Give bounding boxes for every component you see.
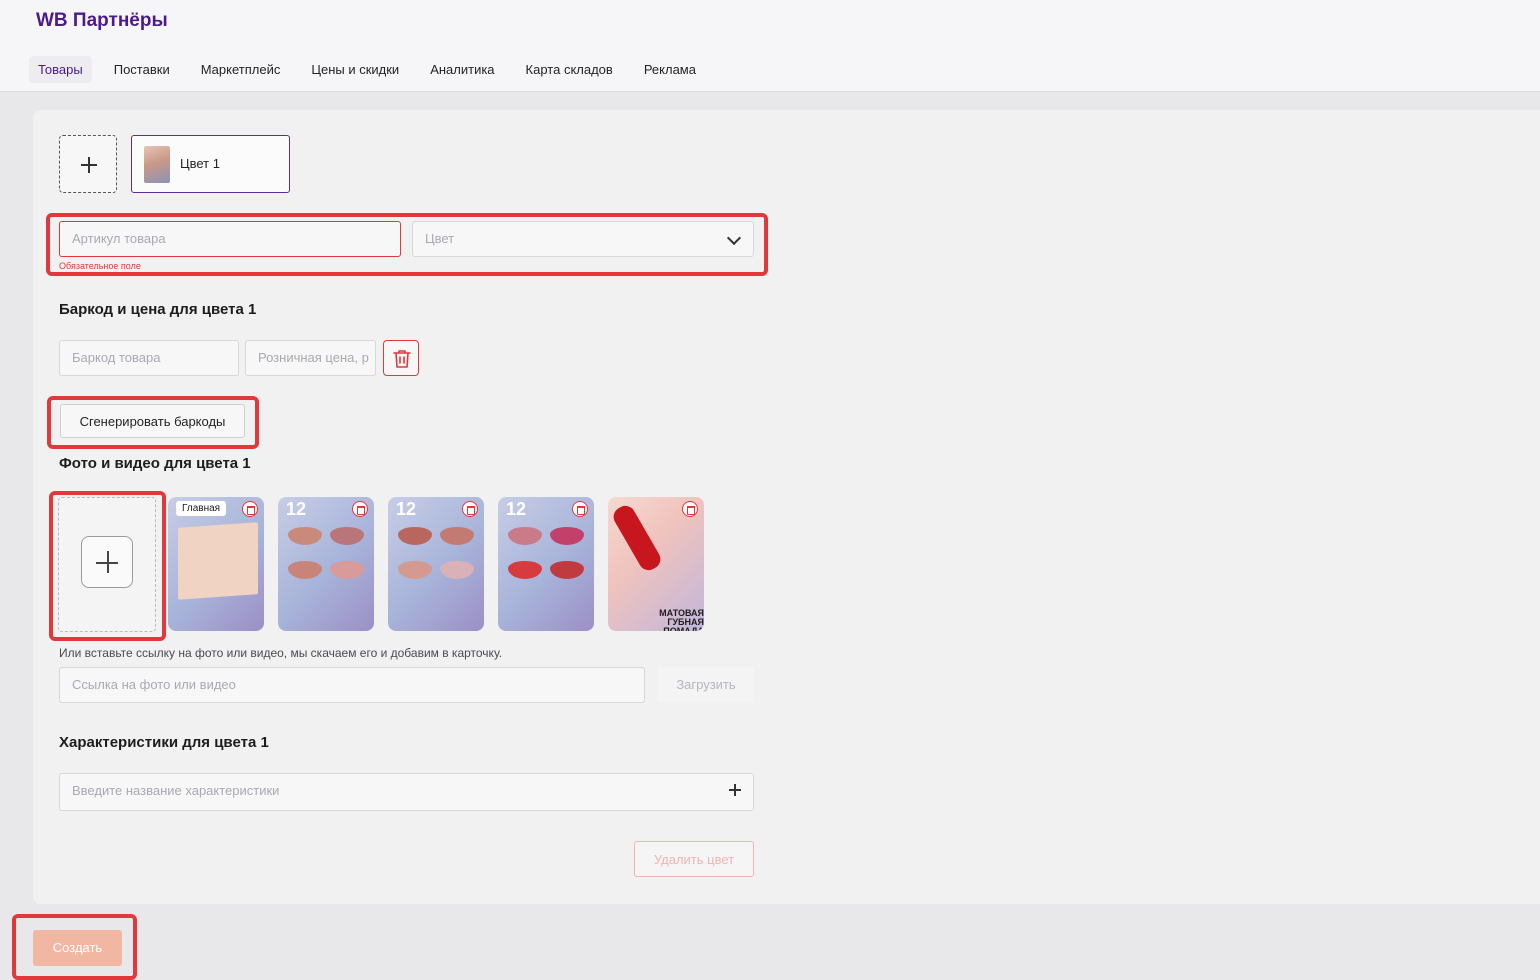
nav-item-warehouse-map[interactable]: Карта складов [517, 56, 622, 83]
delete-color-button[interactable]: Удалить цвет [634, 841, 754, 877]
article-error-text: Обязательное поле [59, 261, 141, 271]
nav-item-prices[interactable]: Цены и скидки [302, 56, 408, 83]
plus-icon [81, 536, 133, 588]
color-tab-label: Цвет 1 [180, 156, 220, 171]
lipstick-tube-image [609, 502, 665, 574]
delete-media-icon[interactable] [462, 501, 478, 517]
nav-item-analytics[interactable]: Аналитика [421, 56, 503, 83]
characteristic-search-input[interactable]: Введите название характеристики [59, 773, 754, 811]
delete-barcode-button[interactable] [383, 340, 419, 376]
delete-media-icon[interactable] [572, 501, 588, 517]
color-select[interactable]: Цвет [412, 221, 754, 257]
add-color-button[interactable] [59, 135, 117, 193]
delete-media-icon[interactable] [242, 501, 258, 517]
product-box-image [178, 522, 258, 600]
media-link-hint: Или вставьте ссылку на фото или видео, м… [59, 646, 503, 660]
shades-count-label: 12 [286, 499, 307, 519]
color-tab-1[interactable]: Цвет 1 [131, 135, 290, 193]
shades-count-label: 12 [396, 499, 417, 519]
color-thumbnail [144, 146, 170, 183]
characteristics-section-title: Характеристики для цвета 1 [59, 734, 269, 751]
plus-icon[interactable] [729, 784, 741, 796]
top-bar: WB Партнёры Товары Поставки Маркетплейс … [0, 0, 1540, 92]
barcode-input[interactable]: Баркод товара [59, 340, 239, 376]
add-media-button[interactable] [58, 497, 156, 632]
article-input[interactable]: Артикул товара [59, 221, 401, 257]
matte-lipstick-caption: МАТОВАЯ ГУБНАЯ ПОМАДА [659, 608, 704, 632]
generate-barcodes-button[interactable]: Сгенерировать баркоды [60, 404, 245, 438]
nav-item-marketplace[interactable]: Маркетплейс [192, 56, 290, 83]
trash-icon [393, 350, 411, 368]
media-thumbnail-5[interactable]: МАТОВАЯ ГУБНАЯ ПОМАДА [608, 497, 704, 631]
media-thumbnail-4[interactable]: 12 [498, 497, 594, 631]
retail-price-input[interactable]: Розничная цена, р [245, 340, 376, 376]
characteristic-search-placeholder: Введите название характеристики [72, 783, 280, 798]
shades-count-label: 12 [506, 499, 527, 519]
lips-image [398, 527, 432, 545]
nav-item-supplies[interactable]: Поставки [105, 56, 179, 83]
barcode-section-title: Баркод и цена для цвета 1 [59, 301, 257, 318]
chevron-down-icon [726, 230, 742, 246]
media-thumbnail-2[interactable]: 12 [278, 497, 374, 631]
color-select-placeholder: Цвет [425, 231, 455, 246]
nav-item-ads[interactable]: Реклама [635, 56, 705, 83]
lips-image [288, 527, 322, 545]
delete-media-icon[interactable] [682, 501, 698, 517]
main-nav: Товары Поставки Маркетплейс Цены и скидк… [29, 56, 718, 83]
media-link-input[interactable]: Ссылка на фото или видео [59, 667, 645, 703]
media-thumbnail-1[interactable]: Главная [168, 497, 264, 631]
nav-item-goods[interactable]: Товары [29, 56, 92, 83]
media-thumbnail-3[interactable]: 12 [388, 497, 484, 631]
media-section-title: Фото и видео для цвета 1 [59, 455, 251, 472]
lips-image [508, 527, 542, 545]
create-button[interactable]: Создать [33, 930, 122, 966]
upload-button[interactable]: Загрузить [658, 667, 754, 703]
brand-logo[interactable]: WB Партнёры [36, 10, 168, 32]
main-photo-badge: Главная [176, 501, 227, 516]
delete-media-icon[interactable] [352, 501, 368, 517]
